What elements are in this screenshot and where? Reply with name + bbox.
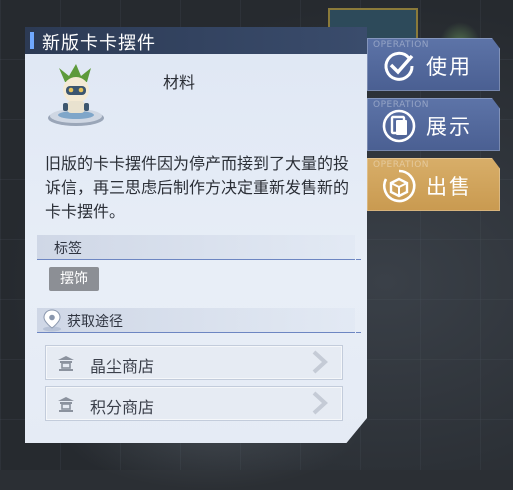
item-title: 新版卡卡摆件 (42, 33, 156, 54)
source-label: 积分商店 (90, 398, 155, 417)
source-row-points-shop[interactable]: 积分商店 (45, 386, 343, 421)
card-header: 新版卡卡摆件 (25, 27, 367, 54)
sell-button[interactable]: OPERATION 出售 (367, 158, 500, 211)
use-button[interactable]: OPERATION 使用 (367, 38, 500, 91)
source-section-header: 获取途径 (37, 308, 361, 333)
chevron-right-icon (312, 350, 328, 374)
source-label: 晶尘商店 (90, 357, 155, 376)
source-row-crystal-shop[interactable]: 晶尘商店 (45, 345, 343, 380)
item-figurine-icon (48, 64, 104, 126)
tags-section-header: 标签 (37, 235, 361, 260)
item-detail-card: 新版卡卡摆件 材料 旧版的卡卡摆件因为停产而接到了大量的投诉信，再三思虑后制作方… (25, 27, 367, 443)
sell-button-label: 出售 (426, 175, 472, 199)
shop-icon (58, 397, 74, 412)
header-accent-bar (30, 32, 34, 49)
display-button-label: 展示 (426, 115, 472, 139)
item-description: 旧版的卡卡摆件因为停产而接到了大量的投诉信，再三思虑后制作方决定重新发售新的卡卡… (45, 154, 350, 221)
tag-badge: 摆饰 (49, 267, 99, 291)
use-button-label: 使用 (426, 55, 472, 79)
chevron-right-icon (312, 391, 328, 415)
shop-icon (58, 356, 74, 371)
copy-icon (382, 109, 416, 143)
source-section-label: 获取途径 (67, 314, 123, 330)
tags-section-label: 标签 (54, 241, 82, 257)
check-icon (384, 51, 414, 81)
item-category: 材料 (163, 73, 196, 92)
sell-icon (383, 169, 416, 203)
location-pin-icon (43, 309, 61, 332)
display-button[interactable]: OPERATION 展示 (367, 98, 500, 151)
